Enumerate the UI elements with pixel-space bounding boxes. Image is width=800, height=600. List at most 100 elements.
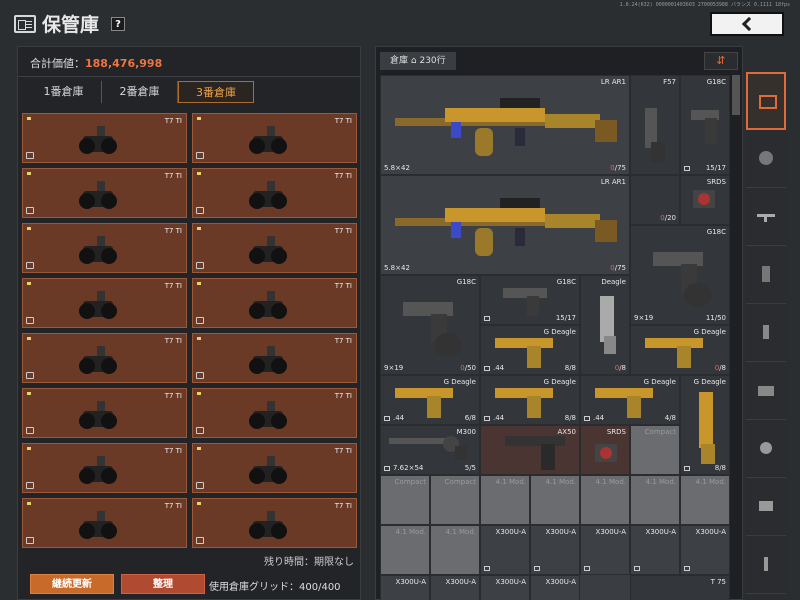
item-srds[interactable]: SRDS: [680, 175, 730, 225]
warehouse-tabs: 1番倉庫 2番倉庫 3番倉庫: [26, 81, 254, 103]
scrollbar[interactable]: [732, 75, 740, 115]
item-g18c[interactable]: G18C 15/17: [680, 75, 730, 175]
inventory-grid: LR AR1 5.8×42 0/75 F57 G18C 15/17 0/20 S…: [380, 75, 730, 600]
pistol-icon: [699, 392, 715, 464]
item-t7-ti[interactable]: T7 TI: [192, 113, 357, 163]
ammo-max: /20: [664, 214, 676, 222]
item-g-deagle[interactable]: G Deagle .44 8/8: [480, 325, 580, 375]
tab-warehouse-1[interactable]: 1番倉庫: [26, 81, 102, 103]
item-g18c[interactable]: G18C 9×19 0/50: [380, 275, 480, 375]
category-medical[interactable]: [746, 478, 786, 536]
item-t7-ti[interactable]: T7 TI: [22, 333, 187, 383]
item-x300u-a[interactable]: X300U-A: [480, 575, 530, 600]
category-ammo[interactable]: [746, 304, 786, 362]
item-4-1-mod[interactable]: 4.1 Mod.: [580, 475, 630, 525]
item-t7-ti[interactable]: T7 TI: [192, 278, 357, 328]
item-t7-ti[interactable]: T7 TI: [192, 223, 357, 273]
item-caliber: .44: [493, 414, 505, 422]
item-t7-ti[interactable]: T7 TI: [192, 333, 357, 383]
item-ax50[interactable]: AX50: [480, 425, 580, 475]
category-helmet[interactable]: [746, 130, 786, 188]
item-4-1-mod[interactable]: 4.1 Mod.: [530, 475, 580, 525]
item-deagle[interactable]: Deagle 0/8: [580, 275, 630, 375]
item-x300u-a[interactable]: X300U-A: [480, 525, 530, 575]
item-g-deagle[interactable]: G Deagle 8/8: [680, 375, 730, 475]
storage-panel: 倉庫 ⌂ 230行 ⇵ LR AR1 5.8×42 0/75 F57 G18C …: [375, 46, 743, 600]
tab-warehouse-2[interactable]: 2番倉庫: [102, 81, 178, 103]
item-srds[interactable]: SRDS: [580, 425, 630, 475]
item-g-deagle[interactable]: G Deagle .44 4/8: [580, 375, 680, 425]
rarity-dots: [197, 172, 203, 175]
item-name: 4.1 Mod.: [495, 478, 526, 486]
item-t7-ti[interactable]: T7 TI: [22, 443, 187, 493]
item-t7-ti[interactable]: T7 TI: [22, 168, 187, 218]
category-scope[interactable]: [746, 362, 786, 420]
item-ammo: 0/8: [715, 364, 726, 372]
item-g18c[interactable]: G18C 15/17: [480, 275, 580, 325]
item-f57[interactable]: F57: [630, 75, 680, 175]
category-magazine[interactable]: [746, 246, 786, 304]
helmet-icon: [759, 151, 773, 165]
item-4-1-mod[interactable]: 4.1 Mod.: [480, 475, 530, 525]
item-x300u-a[interactable]: X300U-A: [530, 575, 580, 600]
item-t75[interactable]: T 75: [630, 575, 730, 600]
item-x300u-a[interactable]: X300U-A: [630, 525, 680, 575]
item-x300u-a[interactable]: X300U-A: [580, 525, 630, 575]
item-name: G Deagle: [693, 378, 726, 386]
item-t7-ti[interactable]: T7 TI: [22, 113, 187, 163]
category-all[interactable]: [746, 72, 786, 130]
item-name: T7 TI: [334, 172, 352, 180]
item-t7-ti[interactable]: T7 TI: [192, 498, 357, 548]
item-name: T7 TI: [334, 337, 352, 345]
attachment-icon: [484, 566, 490, 571]
rarity-dots: [197, 447, 203, 450]
tab-warehouse-3[interactable]: 3番倉庫: [178, 81, 254, 103]
item-compact[interactable]: Compact: [380, 475, 430, 525]
help-button[interactable]: ?: [111, 16, 126, 31]
auto-sort-button[interactable]: ⇵: [704, 52, 738, 70]
item-t7-ti[interactable]: T7 TI: [22, 223, 187, 273]
category-grip[interactable]: [746, 420, 786, 478]
attachment-icon: [484, 416, 490, 421]
attachment-icon: [684, 466, 690, 471]
item-m300[interactable]: M300 7.62×54 5/5: [380, 425, 480, 475]
page-title: 保管庫: [42, 14, 100, 36]
ammo-max: /75: [614, 164, 626, 172]
category-misc[interactable]: [746, 536, 786, 594]
item-t7-ti[interactable]: T7 TI: [192, 443, 357, 493]
item-name: X300U-A: [545, 528, 576, 536]
item-g-deagle[interactable]: G Deagle .44 8/8: [480, 375, 580, 425]
back-button[interactable]: [710, 12, 784, 36]
category-rifle[interactable]: [746, 188, 786, 246]
medical-icon: [759, 501, 773, 511]
item-name: 4.1 Mod.: [445, 528, 476, 536]
item-t7-ti[interactable]: T7 TI: [192, 168, 357, 218]
item-compact[interactable]: Compact: [430, 475, 480, 525]
item-x300u-a[interactable]: X300U-A: [530, 525, 580, 575]
insured-icon: [26, 537, 34, 544]
item-4-1-mod[interactable]: 4.1 Mod.: [380, 525, 430, 575]
item-g18c[interactable]: G18C 9×19 11/50: [630, 225, 730, 325]
sort-button[interactable]: 整理: [121, 574, 205, 594]
item-name: T7 TI: [334, 502, 352, 510]
item-t7-ti[interactable]: T7 TI: [22, 498, 187, 548]
item-x300u-a[interactable]: X300U-A: [430, 575, 480, 600]
storage-tab[interactable]: 倉庫 ⌂ 230行: [380, 52, 456, 70]
item-empty[interactable]: 0/20: [630, 175, 680, 225]
item-lr-ar1[interactable]: LR AR1 5.8×42 0/75: [380, 175, 630, 275]
pistol-icon: [645, 338, 703, 368]
magazine-icon: [762, 266, 770, 282]
item-4-1-mod[interactable]: 4.1 Mod.: [630, 475, 680, 525]
item-4-1-mod[interactable]: 4.1 Mod.: [680, 475, 730, 525]
item-g-deagle[interactable]: G Deagle .44 6/8: [380, 375, 480, 425]
renew-button[interactable]: 継続更新: [30, 574, 114, 594]
item-x300u-a[interactable]: X300U-A: [380, 575, 430, 600]
item-lr-ar1[interactable]: LR AR1 5.8×42 0/75: [380, 75, 630, 175]
item-g-deagle[interactable]: G Deagle 0/8: [630, 325, 730, 375]
item-4-1-mod[interactable]: 4.1 Mod.: [430, 525, 480, 575]
item-t7-ti[interactable]: T7 TI: [22, 278, 187, 328]
item-t7-ti[interactable]: T7 TI: [192, 388, 357, 438]
item-compact[interactable]: Compact: [630, 425, 680, 475]
item-t7-ti[interactable]: T7 TI: [22, 388, 187, 438]
item-x300u-a[interactable]: X300U-A: [680, 525, 730, 575]
